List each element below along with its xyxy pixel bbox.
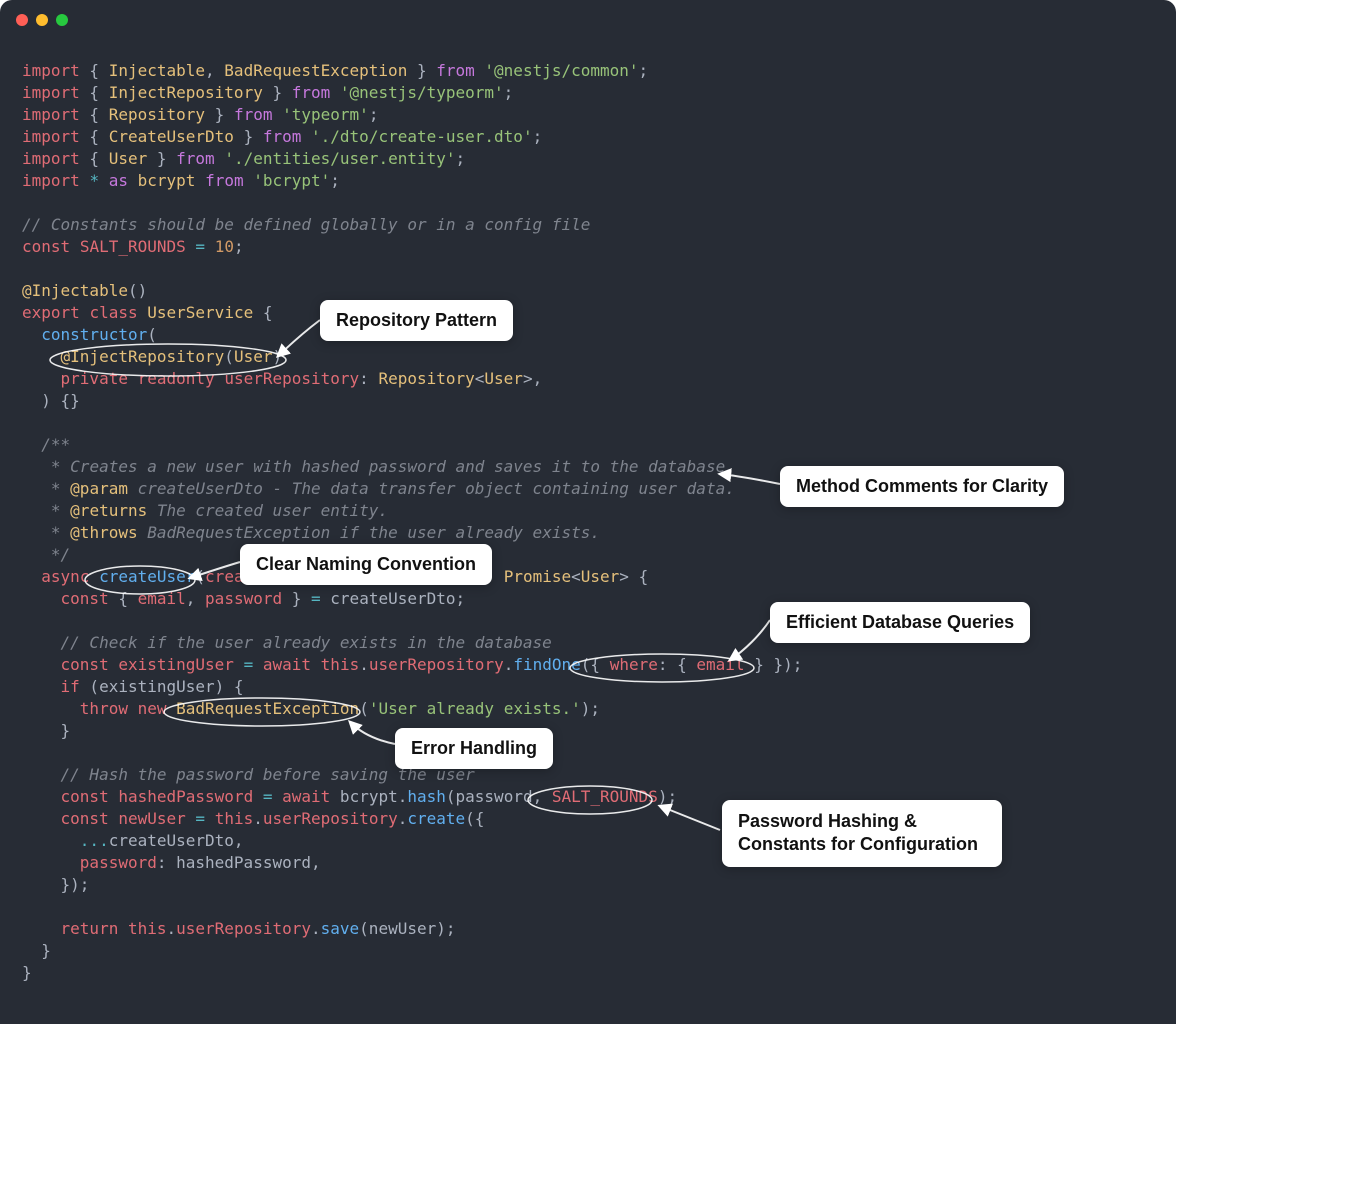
minimize-icon[interactable] bbox=[36, 14, 48, 26]
code-window: import { Injectable, BadRequestException… bbox=[0, 0, 1176, 1024]
code-editor: import { Injectable, BadRequestException… bbox=[0, 40, 1176, 1024]
maximize-icon[interactable] bbox=[56, 14, 68, 26]
annotation-repository-pattern: Repository Pattern bbox=[320, 300, 513, 341]
annotation-error-handling: Error Handling bbox=[395, 728, 553, 769]
window-titlebar bbox=[0, 0, 1176, 40]
close-icon[interactable] bbox=[16, 14, 28, 26]
annotation-efficient-queries: Efficient Database Queries bbox=[770, 602, 1030, 643]
annotation-clear-naming: Clear Naming Convention bbox=[240, 544, 492, 585]
annotation-password-hashing: Password Hashing & Constants for Configu… bbox=[722, 800, 1002, 867]
annotation-method-comments: Method Comments for Clarity bbox=[780, 466, 1064, 507]
